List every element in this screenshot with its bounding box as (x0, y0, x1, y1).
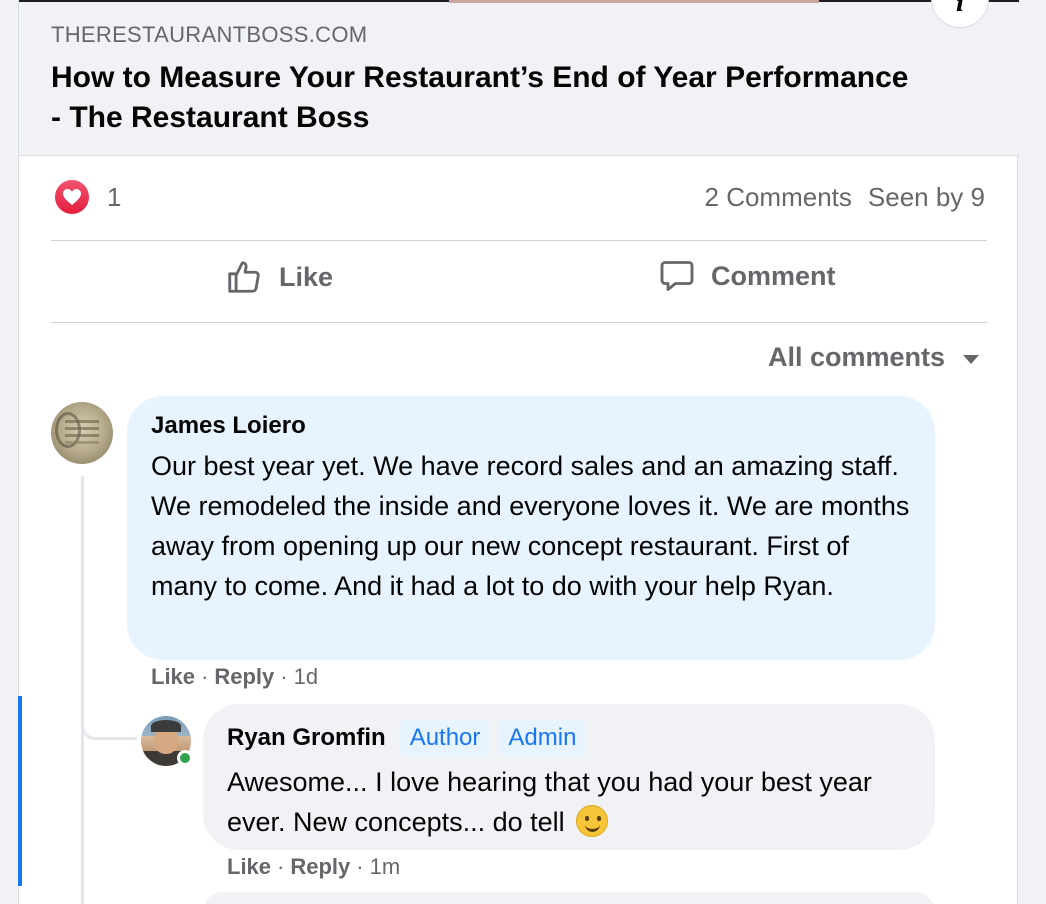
reply-reply-button[interactable]: Reply (290, 854, 350, 880)
info-icon[interactable]: i (931, 0, 989, 28)
comment-bubble: James Loiero Our best year yet. We have … (127, 396, 935, 660)
comment-icon (660, 261, 694, 291)
highlight-bar (18, 696, 22, 886)
divider (51, 322, 987, 323)
avatar-image-detail (55, 412, 81, 448)
like-label: Like (279, 261, 334, 292)
online-status-indicator (177, 750, 193, 766)
reply-timestamp[interactable]: 1m (370, 854, 401, 880)
link-preview[interactable]: i THERESTAURANTBOSS.COM How to Measure Y… (19, 0, 1019, 156)
reply-actions: Like · Reply · 1m (227, 854, 400, 880)
next-comment-bubble (203, 892, 935, 904)
reply-text: Awesome... I love hearing that you had y… (227, 767, 872, 837)
admin-badge: Admin (498, 720, 587, 756)
like-button[interactable]: Like (225, 258, 333, 296)
comment-reply-button[interactable]: Reply (214, 664, 274, 690)
comment-sort-label: All comments (767, 342, 945, 372)
comment-label: Comment (711, 260, 836, 291)
comment-timestamp[interactable]: 1d (294, 664, 318, 690)
thread-line (81, 476, 84, 904)
divider (51, 240, 987, 241)
comment-author-name[interactable]: James Loiero (151, 412, 306, 440)
separator: · (356, 854, 364, 879)
reply-like-button[interactable]: Like (227, 854, 271, 880)
reply-author: Ryan Gromfin Author Admin (227, 720, 911, 756)
comments-count-link[interactable]: 2 Comments (705, 182, 852, 213)
comment-button[interactable]: Comment (659, 258, 836, 294)
avatar[interactable] (51, 402, 113, 464)
author-badge: Author (399, 720, 491, 756)
seen-by-link[interactable]: Seen by 9 (868, 182, 985, 213)
link-title[interactable]: How to Measure Your Restaurant’s End of … (51, 58, 911, 138)
smiley-icon (576, 805, 609, 837)
link-domain: THERESTAURANTBOSS.COM (51, 22, 368, 47)
reply-author-name[interactable]: Ryan Gromfin (227, 724, 386, 752)
comment-sort-dropdown[interactable]: All comments (768, 342, 979, 373)
reaction-summary[interactable]: 1 (53, 178, 121, 216)
heart-icon (53, 178, 91, 216)
separator: · (280, 664, 288, 689)
separator: · (201, 664, 209, 689)
caret-down-icon (963, 355, 979, 364)
preview-image-strip (449, 0, 819, 3)
comment-text: Our best year yet. We have record sales … (151, 451, 910, 601)
comment-actions: Like · Reply · 1d (151, 664, 318, 690)
thread-branch (81, 700, 137, 740)
avatar-image-detail (65, 420, 99, 423)
post-stats: 2 Comments Seen by 9 (705, 182, 985, 213)
avatar-image-detail (151, 720, 181, 732)
thumbs-up-icon (228, 261, 260, 293)
reply-bubble: Ryan Gromfin Author Admin Awesome... I l… (203, 704, 935, 850)
separator: · (277, 854, 285, 879)
reply-text-container: Awesome... I love hearing that you had y… (227, 762, 911, 842)
post-card: i THERESTAURANTBOSS.COM How to Measure Y… (18, 0, 1019, 904)
reaction-count: 1 (107, 181, 122, 212)
comment-author[interactable]: James Loiero (151, 412, 911, 440)
comment-like-button[interactable]: Like (151, 664, 195, 690)
